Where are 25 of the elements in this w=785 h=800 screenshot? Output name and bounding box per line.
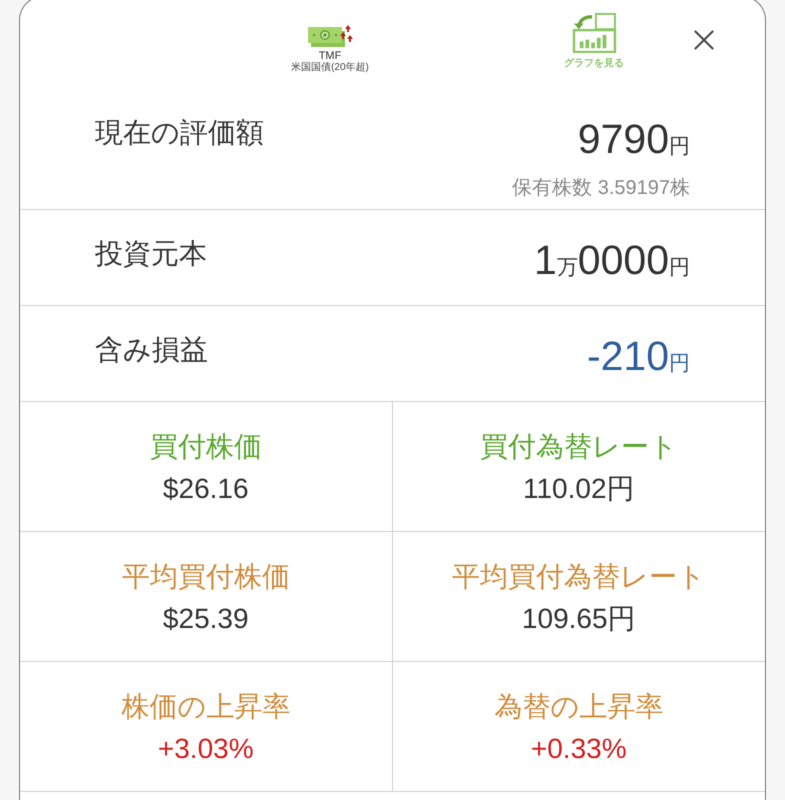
stat-label: 為替の上昇率 bbox=[494, 690, 664, 724]
stat-label: 平均買付株価 bbox=[122, 560, 290, 594]
stat-value: $25.39 bbox=[162, 602, 249, 636]
stat-label: 株価の上昇率 bbox=[121, 690, 290, 724]
stat-value: +0.33% bbox=[530, 732, 627, 766]
row-label: 現在の評価額 bbox=[95, 116, 264, 150]
fund-subtitle: 米国国債(20年超) bbox=[291, 62, 369, 73]
fund-ticker: TMF bbox=[318, 51, 342, 62]
stat-value: 109.65円 bbox=[522, 602, 636, 636]
stat-value: $26.16 bbox=[162, 472, 249, 506]
amount-value: 9790円 bbox=[578, 115, 690, 164]
amount-value: 1万0000円 bbox=[534, 236, 690, 285]
amount-value: -210円 bbox=[586, 332, 690, 381]
stat-label: 買付株価 bbox=[150, 430, 262, 464]
row-label: 含み損益 bbox=[95, 333, 208, 367]
stat-value: 110.02円 bbox=[522, 472, 635, 506]
close-icon bbox=[693, 29, 715, 51]
stat-label: 平均買付為替レート bbox=[452, 560, 706, 594]
row-label: 投資元本 bbox=[95, 237, 207, 271]
stat-label: 買付為替レート bbox=[480, 430, 678, 464]
bar-chart-icon bbox=[571, 13, 617, 53]
graph-button[interactable]: グラフを見る bbox=[564, 13, 624, 70]
share-count: 保有株数 3.59197株 bbox=[512, 176, 690, 201]
close-button[interactable] bbox=[692, 28, 716, 52]
stat-value: +3.03% bbox=[158, 732, 254, 766]
